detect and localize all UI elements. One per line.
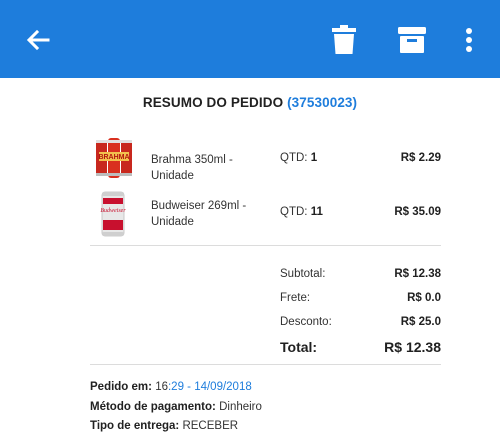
total-value: R$ 12.38 — [384, 339, 441, 355]
page-title: RESUMO DO PEDIDO (37530023) — [0, 95, 500, 110]
svg-text:BRAHMA: BRAHMA — [98, 154, 129, 161]
summary-title: RESUMO DO PEDIDO — [142, 95, 284, 110]
frete-value: R$ 0.0 — [407, 292, 441, 304]
desconto-row: Desconto: R$ 25.0 — [280, 316, 441, 332]
desconto-label: Desconto: — [280, 316, 332, 328]
arrow-left-icon[interactable] — [24, 26, 52, 54]
archive-box-icon[interactable] — [397, 26, 427, 54]
product-price: R$ 2.29 — [400, 152, 441, 164]
product-quantity: QTD: 1 — [280, 152, 318, 164]
product-quantity: QTD: 11 — [280, 206, 323, 218]
frete-label: Frete: — [280, 292, 311, 304]
product-image-budweiser: Budweiser — [100, 191, 126, 237]
order-id: (37530023) — [287, 95, 358, 110]
subtotal-value: R$ 12.38 — [394, 268, 441, 280]
total-row: Total: R$ 12.38 — [280, 339, 441, 359]
list-item: Budweiser Budweiser 269ml - Unidade QTD:… — [0, 190, 500, 240]
svg-text:Budweiser: Budweiser — [100, 208, 126, 214]
subtotal-label: Subtotal: — [280, 268, 326, 280]
product-name: Brahma 350ml - Unidade — [151, 154, 233, 182]
order-date: Pedido em: 16:29 - 14/09/2018 — [90, 381, 252, 393]
product-price: R$ 35.09 — [394, 206, 441, 218]
divider — [90, 364, 441, 365]
divider — [90, 245, 441, 246]
list-item: BRAHMA Brahma 350ml - Unidade QTD: 1 R$ … — [0, 136, 500, 186]
payment-method: Método de pagamento: Dinheiro — [90, 401, 262, 413]
frete-row: Frete: R$ 0.0 — [280, 292, 441, 308]
product-name: Budweiser 269ml - Unidade — [151, 200, 247, 228]
app-bar — [0, 0, 500, 78]
desconto-value: R$ 25.0 — [400, 316, 441, 328]
product-image-brahma: BRAHMA — [96, 138, 132, 178]
subtotal-row: Subtotal: R$ 12.38 — [280, 268, 441, 284]
delivery-type: Tipo de entrega: RECEBER — [90, 420, 239, 432]
total-label: Total: — [280, 339, 318, 355]
trash-icon[interactable] — [330, 24, 358, 56]
more-vertical-icon[interactable] — [460, 24, 478, 56]
